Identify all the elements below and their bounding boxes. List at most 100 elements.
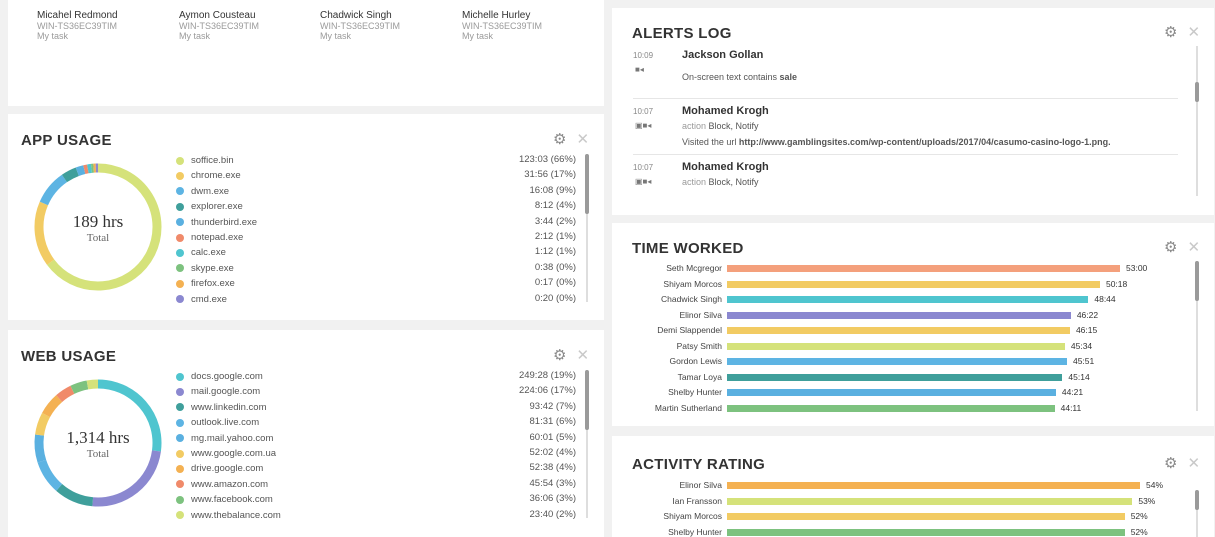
bar-label: Shiyam Morcos: [663, 278, 722, 289]
gear-icon[interactable]: ⚙: [1164, 240, 1177, 255]
alert-user[interactable]: Mohamed Krogh: [682, 105, 769, 117]
list-item[interactable]: skype.exe: [176, 262, 234, 275]
scrollbar[interactable]: [585, 370, 589, 518]
donut-slice[interactable]: [56, 483, 94, 507]
list-item[interactable]: drive.google.com: [176, 462, 263, 475]
scrollbar[interactable]: [1195, 490, 1199, 537]
panel-tools: ⚙ ✕: [553, 132, 589, 147]
bar-value: 52%: [1130, 511, 1148, 521]
close-icon[interactable]: ✕: [1187, 240, 1200, 255]
user-card[interactable]: Micahel Redmond WIN-TS36EC39TIM My task: [37, 10, 118, 42]
scrollbar[interactable]: [585, 154, 589, 302]
alert-entry[interactable]: 10:07 ▣■◂ Mohamed Krogh action Block, No…: [633, 159, 1193, 199]
list-item[interactable]: cmd.exe: [176, 293, 227, 304]
donut-slice[interactable]: [37, 459, 63, 491]
list-item[interactable]: www.linkedin.com: [176, 401, 267, 414]
bar[interactable]: [727, 358, 1067, 365]
list-item[interactable]: www.google.com.ua: [176, 447, 276, 460]
legend-dot: [176, 449, 184, 458]
donut-slice[interactable]: [75, 165, 86, 176]
scrollbar[interactable]: [1195, 261, 1199, 411]
panel-title: TIME WORKED: [632, 240, 744, 257]
bar-value: 45:51: [1072, 356, 1095, 366]
legend-dot: [176, 156, 184, 165]
donut-slice[interactable]: [61, 167, 80, 183]
gear-icon[interactable]: ⚙: [1164, 456, 1177, 471]
list-item[interactable]: chrome.exe: [176, 169, 241, 182]
list-item[interactable]: www.thebalance.com: [176, 509, 281, 520]
list-item[interactable]: thunderbird.exe: [176, 216, 257, 229]
total-value: 1,314 hrs: [66, 428, 130, 447]
user-card[interactable]: Aymon Cousteau WIN-TS36EC39TIM My task: [179, 11, 259, 42]
bar[interactable]: [727, 389, 1056, 396]
bar-value: 44:11: [1060, 402, 1082, 413]
donut-slice[interactable]: [56, 385, 75, 403]
bar[interactable]: [727, 327, 1070, 334]
close-icon[interactable]: ✕: [1187, 25, 1200, 40]
gear-icon[interactable]: ⚙: [553, 348, 566, 363]
gear-icon[interactable]: ⚙: [553, 132, 566, 147]
alert-entry[interactable]: 10:07 ▣■◂ Mohamed Krogh action Block, No…: [633, 103, 1193, 153]
bar[interactable]: [727, 482, 1140, 489]
bar[interactable]: [727, 311, 1071, 319]
list-item[interactable]: mg.mail.yahoo.com: [176, 432, 273, 445]
bar-label: Shelby Hunter: [668, 387, 722, 397]
alert-text: On-screen text contains sale: [682, 72, 797, 82]
donut-slice[interactable]: [42, 395, 63, 418]
alert-time: 10:07: [633, 107, 654, 116]
user-card[interactable]: Chadwick Singh WIN-TS36EC39TIM My task: [320, 11, 400, 42]
list-item[interactable]: soffice.bin: [176, 154, 234, 167]
list-item[interactable]: dwm.exe: [176, 185, 229, 198]
legend-dot: [176, 233, 184, 242]
alert-user[interactable]: Jackson Gollan: [682, 49, 763, 61]
list-item[interactable]: www.facebook.com: [176, 493, 273, 506]
close-icon[interactable]: ✕: [1187, 456, 1200, 471]
user-name: Micahel Redmond: [37, 10, 118, 21]
donut-slice[interactable]: [86, 379, 99, 390]
item-value: 45:54 (3%): [529, 477, 576, 489]
bar-value: 48:44: [1094, 294, 1116, 304]
panel-title: WEB USAGE: [21, 348, 117, 365]
bar[interactable]: [727, 280, 1100, 288]
item-value: 0:38 (0%): [534, 261, 576, 273]
item-value: 52:02 (4%): [529, 447, 576, 458]
list-item[interactable]: calc.exe: [176, 246, 226, 259]
alert-entry[interactable]: 10:09 ■◂ Jackson Gollan On-screen text c…: [633, 47, 1193, 97]
list-item[interactable]: explorer.exe: [176, 200, 243, 213]
item-value: 2:12 (1%): [534, 231, 576, 242]
close-icon[interactable]: ✕: [576, 348, 589, 363]
list-item[interactable]: notepad.exe: [176, 231, 243, 244]
divider: [633, 98, 1178, 99]
legend-dot: [176, 171, 184, 180]
close-icon[interactable]: ✕: [576, 132, 589, 147]
user-card[interactable]: Michelle Hurley WIN-TS36EC39TIM My task: [462, 11, 542, 42]
bar[interactable]: [727, 342, 1065, 350]
list-item[interactable]: firefox.exe: [176, 277, 235, 290]
bar[interactable]: [727, 528, 1125, 536]
list-item[interactable]: outlook.live.com: [176, 416, 259, 429]
list-item[interactable]: mail.google.com: [176, 385, 260, 398]
bar[interactable]: [727, 513, 1125, 520]
bar[interactable]: [727, 296, 1089, 303]
donut-slice[interactable]: [39, 174, 68, 206]
bar-label: Shiyam Morcos: [663, 511, 722, 521]
gear-icon[interactable]: ⚙: [1164, 25, 1177, 40]
bar[interactable]: [727, 373, 1063, 381]
legend-dot: [176, 434, 184, 443]
legend-dot: [176, 187, 184, 196]
list-item[interactable]: docs.google.com: [176, 370, 263, 383]
alert-user[interactable]: Mohamed Krogh: [682, 161, 769, 173]
bar[interactable]: [727, 404, 1055, 412]
scrollbar[interactable]: [1195, 46, 1199, 196]
legend-dot: [176, 403, 184, 412]
list-item[interactable]: www.amazon.com: [176, 478, 268, 491]
item-label: notepad.exe: [191, 232, 244, 243]
bar-label: Elinor Silva: [679, 480, 722, 490]
donut-slice[interactable]: [70, 380, 89, 394]
alert-text-url[interactable]: http://www.gamblingsites.com/wp-content/…: [739, 137, 1111, 147]
bar[interactable]: [727, 265, 1120, 272]
donut-slice[interactable]: [83, 164, 89, 174]
donut-slice[interactable]: [87, 163, 92, 174]
screenshot-video-icon: ▣■◂: [635, 121, 652, 130]
bar[interactable]: [727, 497, 1133, 505]
